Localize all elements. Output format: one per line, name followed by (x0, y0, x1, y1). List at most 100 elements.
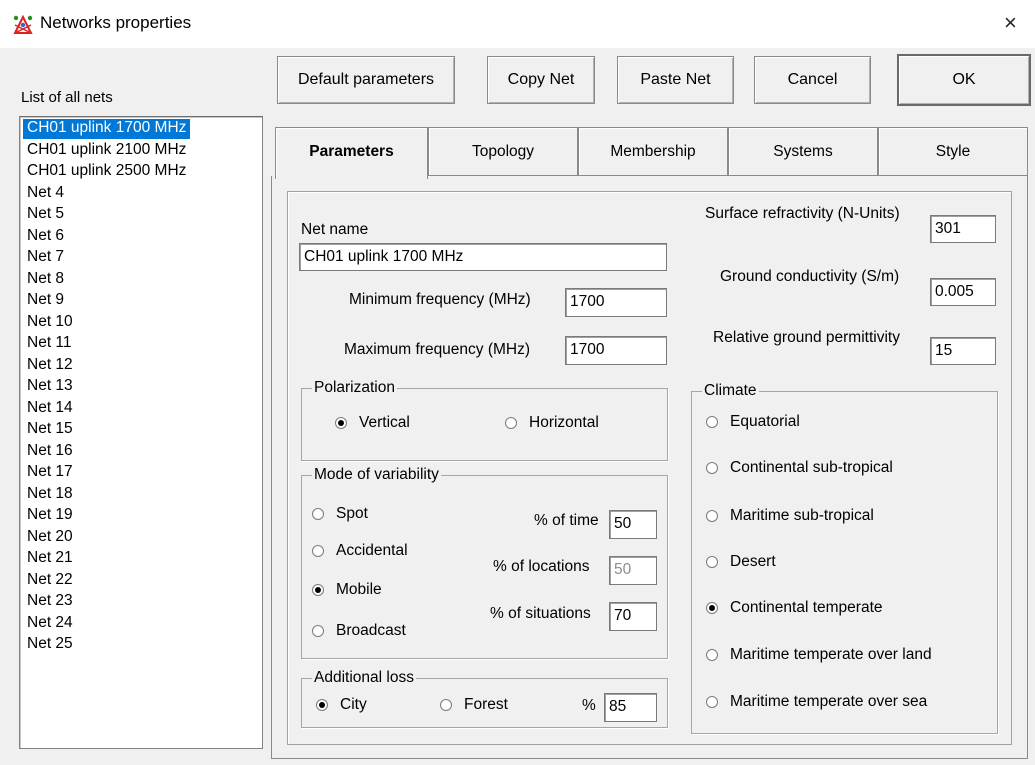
net-list-item[interactable]: Net 8 (23, 270, 68, 290)
locations-percent-field[interactable]: 50 (609, 556, 657, 585)
radio-button-icon (706, 416, 718, 428)
climate-maritime-temperate-land-radio[interactable]: Maritime temperate over land (706, 646, 932, 664)
net-list-item[interactable]: Net 17 (23, 463, 77, 483)
radio-button-icon (706, 602, 718, 614)
net-list-item[interactable]: Net 18 (23, 485, 77, 505)
net-list-item[interactable]: Net 16 (23, 442, 77, 462)
tab-style[interactable]: Style (878, 127, 1028, 176)
net-list-item[interactable]: Net 11 (23, 334, 76, 354)
net-list-item[interactable]: Net 5 (23, 205, 68, 225)
radio-label: Desert (730, 553, 776, 570)
radio-label: Continental sub-tropical (730, 459, 893, 476)
radio-label: Horizontal (529, 414, 599, 431)
radio-label: Accidental (336, 542, 408, 559)
radio-button-icon (312, 625, 324, 637)
radio-button-icon (706, 510, 718, 522)
net-list-item[interactable]: Net 6 (23, 227, 68, 247)
net-list-item[interactable]: Net 15 (23, 420, 77, 440)
climate-maritime-subtropical-radio[interactable]: Maritime sub-tropical (706, 507, 874, 525)
loss-percent-label: % (582, 697, 596, 714)
radio-button-icon (706, 649, 718, 661)
radio-button-icon (706, 556, 718, 568)
net-list-item[interactable]: CH01 uplink 1700 MHz (23, 119, 191, 139)
radio-label: Spot (336, 505, 368, 522)
time-percent-field[interactable]: 50 (609, 510, 657, 539)
default-parameters-button[interactable]: Default parameters (277, 56, 455, 104)
polarization-horizontal-radio[interactable]: Horizontal (505, 414, 599, 432)
tab-systems[interactable]: Systems (728, 127, 878, 176)
close-icon[interactable]: × (1004, 10, 1017, 36)
radio-button-icon (312, 584, 324, 596)
time-percent-label: % of time (534, 512, 599, 529)
net-list-label: List of all nets (21, 89, 113, 106)
max-frequency-label: Maximum frequency (MHz) (344, 341, 531, 358)
radio-button-icon (316, 699, 328, 711)
min-frequency-label: Minimum frequency (MHz) (349, 291, 531, 308)
climate-legend: Climate (704, 382, 757, 399)
net-list-item[interactable]: Net 10 (23, 313, 77, 333)
max-frequency-field[interactable]: 1700 (565, 336, 667, 365)
net-list-item[interactable]: CH01 uplink 2500 MHz (23, 162, 190, 182)
copy-net-button[interactable]: Copy Net (487, 56, 595, 104)
radio-button-icon (312, 508, 324, 520)
situations-percent-label: % of situations (490, 605, 591, 622)
ground-conductivity-label: Ground conductivity (S/m) (720, 268, 900, 285)
cancel-button[interactable]: Cancel (754, 56, 871, 104)
loss-forest-radio[interactable]: Forest (440, 696, 508, 714)
net-list-item[interactable]: Net 23 (23, 592, 77, 612)
loss-percent-field[interactable]: 85 (604, 693, 657, 722)
variability-broadcast-radio[interactable]: Broadcast (312, 622, 406, 640)
radio-label: Maritime temperate over land (730, 646, 932, 663)
radio-button-icon (706, 462, 718, 474)
radio-label: Vertical (359, 414, 410, 431)
tab-membership[interactable]: Membership (578, 127, 728, 176)
variability-spot-radio[interactable]: Spot (312, 505, 368, 523)
net-list-item[interactable]: Net 4 (23, 184, 68, 204)
ground-conductivity-field[interactable]: 0.005 (930, 278, 996, 306)
net-list[interactable]: CH01 uplink 1700 MHz CH01 uplink 2100 MHz… (19, 116, 263, 749)
net-list-item[interactable]: Net 14 (23, 399, 77, 419)
net-list-item[interactable]: Net 7 (23, 248, 68, 268)
net-list-item[interactable]: Net 20 (23, 528, 77, 548)
net-list-item[interactable]: Net 19 (23, 506, 77, 526)
ok-button[interactable]: OK (897, 54, 1031, 106)
net-list-item[interactable]: Net 22 (23, 571, 77, 591)
polarization-legend: Polarization (314, 379, 395, 396)
situations-percent-field[interactable]: 70 (609, 602, 657, 631)
climate-continental-temperate-radio[interactable]: Continental temperate (706, 599, 883, 617)
net-list-item[interactable]: Net 9 (23, 291, 68, 311)
climate-desert-radio[interactable]: Desert (706, 553, 776, 571)
paste-net-button[interactable]: Paste Net (617, 56, 734, 104)
radio-label: City (340, 696, 367, 713)
net-list-item[interactable]: Net 24 (23, 614, 77, 634)
net-list-item[interactable]: Net 13 (23, 377, 77, 397)
climate-continental-subtropical-radio[interactable]: Continental sub-tropical (706, 459, 893, 477)
surface-refractivity-label: Surface refractivity (N-Units) (705, 205, 900, 222)
climate-maritime-temperate-sea-radio[interactable]: Maritime temperate over sea (706, 693, 927, 711)
net-list-item[interactable]: CH01 uplink 2100 MHz (23, 141, 190, 161)
tab-parameters[interactable]: Parameters (275, 127, 428, 179)
net-list-item[interactable]: Net 25 (23, 635, 77, 655)
window-title: Networks properties (40, 13, 192, 32)
radio-button-icon (505, 417, 517, 429)
radio-label: Forest (464, 696, 508, 713)
relative-permittivity-field[interactable]: 15 (930, 337, 996, 365)
additional-loss-legend: Additional loss (314, 669, 414, 686)
tab-topology[interactable]: Topology (428, 127, 578, 176)
radio-label: Equatorial (730, 413, 800, 430)
net-name-label: Net name (301, 221, 369, 238)
net-list-item[interactable]: Net 12 (23, 356, 77, 376)
loss-city-radio[interactable]: City (316, 696, 367, 714)
polarization-vertical-radio[interactable]: Vertical (335, 414, 410, 432)
variability-accidental-radio[interactable]: Accidental (312, 542, 408, 560)
net-list-item[interactable]: Net 21 (23, 549, 77, 569)
radio-button-icon (440, 699, 452, 711)
min-frequency-field[interactable]: 1700 (565, 288, 667, 317)
variability-mobile-radio[interactable]: Mobile (312, 581, 382, 599)
surface-refractivity-field[interactable]: 301 (930, 215, 996, 243)
variability-legend: Mode of variability (314, 466, 439, 483)
locations-percent-label: % of locations (493, 558, 590, 575)
net-name-field[interactable]: CH01 uplink 1700 MHz (299, 243, 667, 271)
climate-equatorial-radio[interactable]: Equatorial (706, 413, 800, 431)
radio-label: Continental temperate (730, 599, 883, 616)
